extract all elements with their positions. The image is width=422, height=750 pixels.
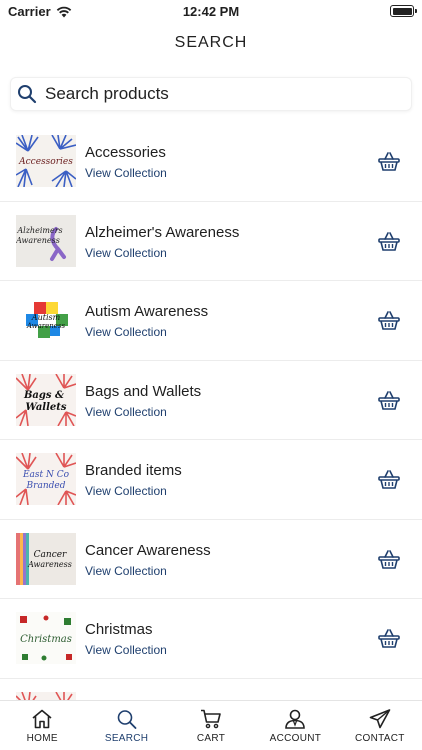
search-icon: [117, 710, 137, 729]
list-item[interactable]: Christmas Christmas View Collection: [0, 599, 422, 679]
collection-title: Autism Awareness: [85, 303, 209, 320]
status-time: 12:42 PM: [182, 4, 240, 19]
basket-icon[interactable]: [378, 470, 400, 490]
collection-thumbnail: Bags & Wallets: [16, 373, 76, 426]
collection-thumbnail: Cancer Awareness: [16, 532, 76, 585]
list-item[interactable]: Cancer Awareness Cancer Awareness View C…: [0, 520, 422, 599]
svg-text:Alzheimers: Alzheimers: [16, 226, 62, 235]
list-item[interactable]: Alzheimers Awareness Alzheimer's Awarene…: [0, 202, 422, 281]
view-collection-link[interactable]: View Collection: [85, 245, 239, 261]
collection-title: Branded items: [85, 462, 182, 479]
basket-icon[interactable]: [378, 231, 400, 252]
collection-title: Christmas: [85, 621, 153, 638]
list-item[interactable]: Bags & Wallets Bags and Wallets View Col…: [0, 361, 422, 440]
search-icon: [18, 85, 37, 104]
tab-label: HOME: [26, 733, 58, 744]
collection-title: Alzheimer's Awareness: [85, 223, 240, 241]
list-item[interactable]: [0, 679, 422, 700]
svg-text:Wallets: Wallets: [25, 402, 66, 413]
svg-text:Branded: Branded: [26, 481, 66, 491]
svg-text:Autism: Autism: [31, 313, 61, 322]
svg-text:East N Co: East N Co: [22, 470, 70, 480]
tab-home[interactable]: HOME: [0, 701, 84, 750]
thumbnail-text: Accessories: [18, 157, 73, 167]
tab-label: SEARCH: [104, 733, 149, 744]
svg-text:Christmas: Christmas: [20, 634, 72, 645]
view-collection-link[interactable]: View Collection: [85, 563, 211, 579]
collection-list: Accessories Accessories View Collection …: [0, 122, 422, 700]
basket-icon[interactable]: [378, 549, 400, 570]
tab-search[interactable]: SEARCH: [84, 701, 168, 750]
collection-thumbnail: Alzheimers Awareness: [16, 214, 76, 267]
collection-thumbnail: Christmas: [16, 612, 76, 665]
send-icon: [369, 709, 391, 729]
basket-icon[interactable]: [378, 311, 400, 331]
page-title: SEARCH: [174, 34, 248, 51]
search-input[interactable]: [45, 84, 385, 104]
list-item[interactable]: Accessories Accessories View Collection: [0, 122, 422, 202]
view-collection-link[interactable]: View Collection: [85, 324, 208, 340]
tab-bar: HOME SEARCH CART ACCOUNT CONTACT: [0, 700, 422, 750]
basket-icon[interactable]: [378, 629, 400, 649]
collection-title: Bags and Wallets: [85, 382, 202, 400]
view-collection-link[interactable]: View Collection: [85, 483, 182, 499]
collection-thumbnail: Autism Awareness: [16, 294, 76, 347]
collection-thumbnail: [16, 691, 76, 700]
tab-cart[interactable]: CART: [169, 701, 253, 750]
svg-text:Awareness: Awareness: [16, 236, 60, 245]
svg-text:Cancer: Cancer: [34, 550, 67, 560]
tab-contact[interactable]: CONTACT: [338, 701, 422, 750]
list-item[interactable]: East N Co Branded Branded items View Col…: [0, 440, 422, 520]
battery-icon: [390, 5, 417, 17]
search-bar[interactable]: [10, 77, 412, 111]
tab-label: CONTACT: [354, 733, 405, 744]
view-collection-link[interactable]: View Collection: [85, 165, 167, 181]
status-bar: Carrier 12:42 PM: [0, 0, 422, 24]
account-icon: [285, 709, 306, 729]
tab-account[interactable]: ACCOUNT: [253, 701, 337, 750]
tab-label: ACCOUNT: [269, 733, 322, 744]
svg-text:Awareness: Awareness: [27, 560, 72, 569]
view-collection-link[interactable]: View Collection: [85, 642, 167, 658]
collection-title: Cancer Awareness: [85, 541, 211, 559]
list-item[interactable]: Autism Awareness Autism Awareness View C…: [0, 281, 422, 361]
collection-thumbnail: Accessories: [16, 135, 76, 188]
basket-icon[interactable]: [378, 390, 400, 411]
svg-text:Awareness: Awareness: [26, 322, 66, 330]
home-icon: [32, 709, 52, 729]
collection-title: Accessories: [85, 144, 166, 161]
collection-thumbnail: East N Co Branded: [16, 453, 76, 506]
svg-text:Bags &: Bags &: [23, 390, 64, 401]
basket-icon[interactable]: [378, 152, 400, 172]
cart-icon: [201, 709, 221, 729]
view-collection-link[interactable]: View Collection: [85, 404, 201, 420]
tab-label: CART: [196, 733, 226, 744]
